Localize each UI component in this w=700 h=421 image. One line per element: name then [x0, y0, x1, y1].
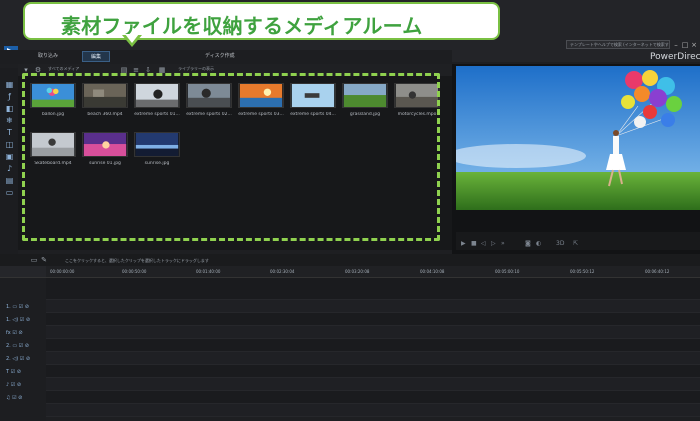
play-icon[interactable]: ▶ — [461, 240, 466, 247]
snapshot-icon[interactable]: ◙ — [525, 240, 531, 247]
ruler-tick: 00:02:30:04 — [270, 269, 295, 274]
tab-produce[interactable]: ディスク作成 — [205, 52, 235, 59]
timeline-track[interactable] — [46, 378, 700, 391]
track-label-title: T ☑ ⊘ — [6, 369, 21, 375]
timeline-track[interactable] — [46, 339, 700, 352]
media-room-highlight — [22, 73, 440, 241]
timeline-track[interactable] — [46, 404, 700, 417]
next-frame-icon[interactable]: ▷ — [491, 240, 496, 247]
transition-room-icon[interactable]: ◫ — [5, 140, 14, 149]
timeline-track[interactable] — [46, 352, 700, 365]
ruler-tick: 00:05:00:10 — [495, 269, 520, 274]
callout-pointer — [122, 34, 142, 47]
title-room-icon[interactable]: T — [5, 128, 14, 137]
ruler-tick: 00:06:40:12 — [645, 269, 670, 274]
audio-mixing-icon[interactable]: ▣ — [5, 152, 14, 161]
tab-capture[interactable]: 取り込み — [38, 52, 58, 59]
callout-title: 素材ファイルを収納するメディアルーム — [61, 14, 423, 38]
ruler-tick: 00:03:20:08 — [345, 269, 370, 274]
chapter-room-icon[interactable]: ▤ — [5, 176, 14, 185]
timeline-track[interactable] — [46, 278, 700, 300]
fast-forward-icon[interactable]: » — [501, 240, 505, 247]
app-name: PowerDirector — [650, 52, 700, 62]
maximize-button[interactable]: □ — [681, 41, 689, 49]
ruler-tick: 00:04:10:08 — [420, 269, 445, 274]
close-button[interactable]: × — [690, 41, 698, 49]
voice-over-icon[interactable]: ♪ — [5, 164, 14, 173]
ruler-tick: 00:01:40:00 — [196, 269, 221, 274]
timeline-track[interactable] — [46, 391, 700, 404]
timeline-track[interactable] — [46, 326, 700, 339]
search-input[interactable]: テンプレートやヘルプで検索 (インターネットで検索する) — [566, 40, 670, 49]
track-label-video-1: 1. ▭ ☑ ⊘ — [6, 304, 29, 310]
track-label-audio-1: 1. ◁) ☑ ⊘ — [6, 317, 31, 323]
subtitle-room-icon[interactable]: ▭ — [5, 188, 14, 197]
ruler-tick: 00:00:00:00 — [50, 269, 75, 274]
particle-room-icon[interactable]: ❄ — [5, 116, 14, 125]
track-label-effect: fx ☑ ⊘ — [6, 330, 23, 336]
callout-banner: 素材ファイルを収納するメディアルーム — [23, 2, 500, 40]
timeline-track[interactable] — [46, 365, 700, 378]
timeline-track[interactable] — [46, 300, 700, 313]
timeline-hint: ここをクリックすると、選択したクリップを選択したトラックにドラッグします — [65, 258, 209, 263]
undock-icon[interactable]: ⇱ — [573, 240, 578, 247]
storyboard-view-icon[interactable]: ▭ — [30, 256, 38, 264]
fx-room-icon[interactable]: ƒ — [5, 92, 14, 101]
volume-icon[interactable]: ◐ — [536, 240, 541, 247]
track-label-video-2: 2. ▭ ☑ ⊘ — [6, 343, 29, 349]
track-label-voice: ♪ ☑ ⊘ — [6, 382, 22, 388]
previous-frame-icon[interactable]: ◁ — [481, 240, 486, 247]
track-label-music: ♫ ☑ ⊘ — [6, 395, 23, 401]
timeline-header — [0, 266, 46, 278]
ruler-tick: 00:00:50:00 — [122, 269, 147, 274]
tab-edit[interactable]: 編集 — [82, 51, 111, 62]
preview-image — [456, 66, 700, 210]
3d-toggle[interactable]: 3D — [556, 240, 564, 247]
library-view-menu[interactable]: ライブラリーの表示 — [178, 66, 214, 72]
edit-tools-icon[interactable]: ✎ — [40, 256, 48, 264]
timeline-track[interactable] — [46, 313, 700, 326]
app-window: テンプレートやヘルプで検索 (インターネットで検索する) – □ × 取り込み … — [0, 0, 700, 421]
ruler-tick: 00:05:50:12 — [570, 269, 595, 274]
pip-room-icon[interactable]: ◧ — [5, 104, 14, 113]
media-filter-dropdown[interactable]: すべてのメディア — [48, 66, 79, 72]
media-room-icon[interactable]: ▦ — [5, 80, 14, 89]
stop-icon[interactable]: ■ — [471, 240, 477, 247]
track-label-audio-2: 2. ◁) ☑ ⊘ — [6, 356, 31, 362]
minimize-button[interactable]: – — [672, 41, 680, 49]
